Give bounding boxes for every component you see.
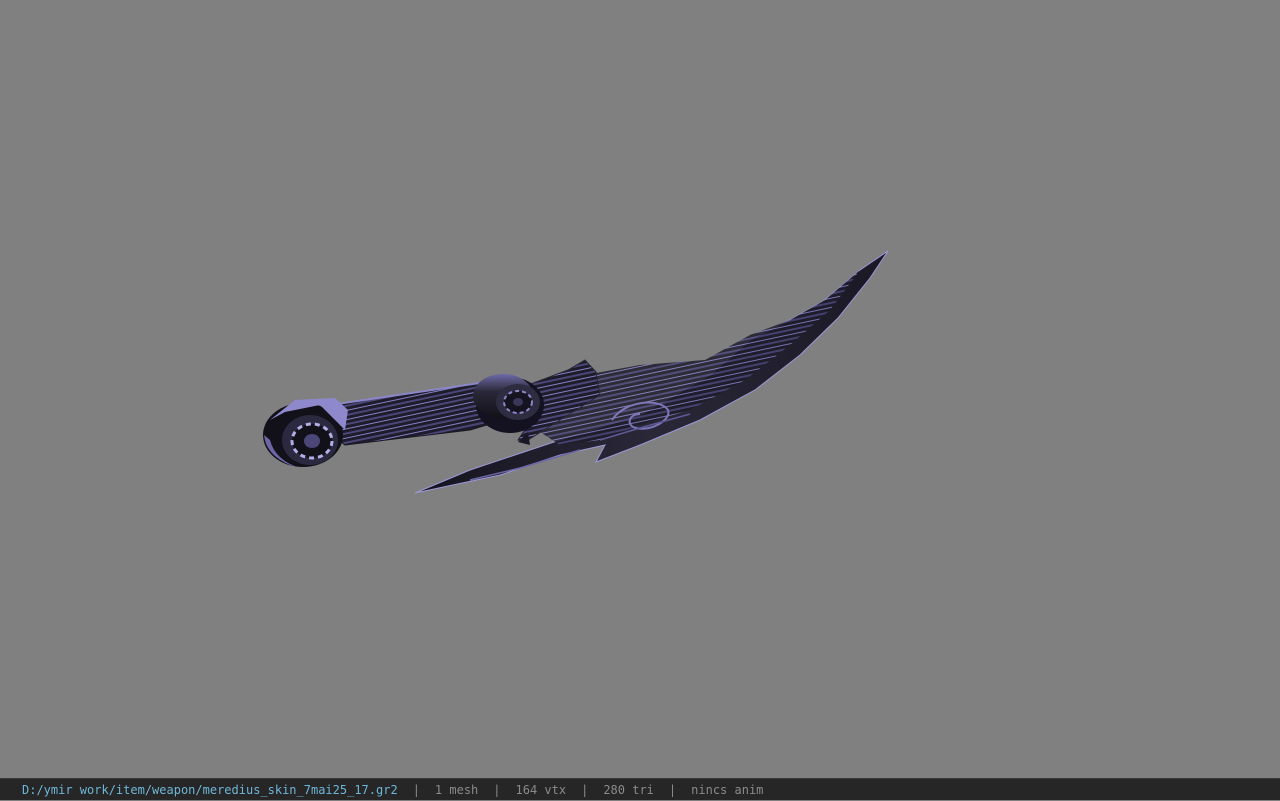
mesh-count-label: 1 mesh — [434, 782, 479, 797]
file-path-label: D:/ymir work/item/weapon/meredius_skin_7… — [22, 782, 398, 797]
status-separator: | — [493, 782, 501, 797]
status-separator: | — [668, 782, 677, 797]
animation-status-label: nincs anim — [691, 782, 764, 797]
vertex-count-label: 164 vtx — [515, 782, 567, 797]
status-bar: D:/ymir work/item/weapon/meredius_skin_7… — [0, 778, 1280, 800]
weapon-model-render[interactable] — [0, 0, 1280, 778]
triangle-count-label: 280 tri — [603, 782, 654, 797]
blade — [414, 250, 889, 494]
status-separator: | — [581, 782, 589, 797]
status-separator: | — [412, 782, 420, 797]
3d-viewport[interactable] — [0, 0, 1280, 778]
pommel — [263, 398, 348, 468]
